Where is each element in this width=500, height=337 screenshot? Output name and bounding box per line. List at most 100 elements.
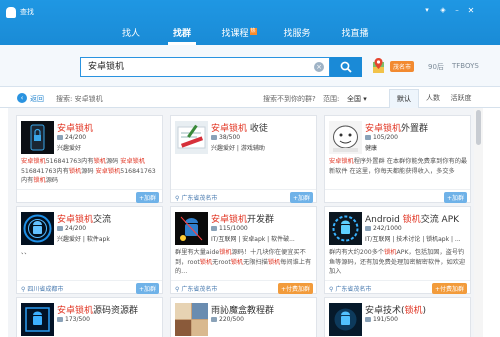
members-icon	[211, 226, 217, 231]
paid-join-button[interactable]: +付费加群	[277, 283, 313, 294]
hot-keyword-1[interactable]: 90后	[428, 62, 444, 72]
group-description: 群内有大约200多个锁机APK，包括加固，盗号钓鱼等源码，还有加免费处理加密解密…	[329, 248, 469, 276]
city-badge[interactable]: 茂名市	[390, 61, 415, 72]
join-group-button[interactable]: +加群	[443, 192, 467, 203]
find-window: 查找 ▾ ◈ – ✕ 找人 找群 找课程热 找服务 找直播 安卓锁机 × 茂名市…	[0, 0, 500, 337]
back-button[interactable]: 返回	[30, 94, 44, 104]
hot-keyword-2[interactable]: TFBOYS	[452, 62, 479, 70]
group-tags: 兴趣爱好 | 游戏辅助	[211, 145, 265, 152]
description-text: 516841763内有	[21, 167, 69, 175]
group-card[interactable]: 安卓锁机 收徒 38/500 兴趣爱好 | 游戏辅助 ⚲ 广东省茂名市 +加群	[170, 115, 317, 203]
card-footer: ⚲ 四川省成都市 +加群	[17, 280, 162, 294]
description-text: 516841763内有	[45, 158, 94, 165]
group-description: 、、	[21, 248, 161, 276]
join-group-button[interactable]: +加群	[135, 192, 159, 203]
tab-label: 找直播	[341, 29, 369, 39]
group-location: ⚲ 广东省茂名市	[329, 286, 372, 293]
members-icon	[57, 135, 63, 140]
android-blue-thumbnail	[21, 212, 54, 245]
lock-phone-thumbnail	[21, 121, 54, 154]
tab-find-courses[interactable]: 找课程热	[212, 28, 266, 45]
member-count: 242/1000	[365, 225, 402, 232]
group-name[interactable]: 安卓锁机开发群	[211, 212, 274, 225]
android-dark-thumbnail	[175, 212, 208, 245]
group-name[interactable]: 安卓锁机	[57, 121, 93, 134]
group-name[interactable]: 安卓锁机交流	[57, 212, 111, 225]
join-group-button[interactable]: +加群	[289, 192, 313, 203]
back-arrow-icon[interactable]: ‹	[17, 93, 27, 103]
group-card[interactable]: 雨訫魔盒教程群 220/500	[170, 297, 317, 337]
card-footer: ⚲ 广东省茂名市 +加群	[171, 189, 316, 203]
title-bar: 查找 ▾ ◈ – ✕ 找人 找群 找课程热 找服务 找直播	[0, 0, 500, 45]
tab-find-live[interactable]: 找直播	[333, 28, 377, 45]
highlighted-keyword: 锁机	[384, 249, 397, 256]
android-dark2-thumbnail	[329, 303, 362, 336]
highlighted-keyword: 锁机	[219, 249, 232, 256]
members-icon	[211, 135, 217, 140]
cartoon-face-thumbnail	[329, 121, 362, 154]
highlighted-keyword: 安卓锁机	[329, 158, 354, 165]
not-found-link[interactable]: 搜索不到你的群?	[263, 94, 316, 104]
range-dropdown[interactable]: 全国 ▾	[347, 94, 367, 104]
group-card[interactable]: Android 锁机交流 APK 242/1000 IT/互联网 | 技术讨论 …	[324, 206, 471, 294]
group-name[interactable]: 安卓锁机 收徒	[211, 121, 268, 134]
window-title: 查找	[20, 8, 34, 16]
description-text: 源码	[105, 158, 121, 165]
tab-find-services[interactable]: 找服务	[275, 28, 319, 45]
location-map-icon[interactable]	[372, 57, 385, 74]
members-icon	[57, 226, 63, 231]
join-group-button[interactable]: +加群	[135, 283, 159, 294]
group-name[interactable]: 安卓锁机外置群	[365, 121, 428, 134]
group-location: ⚲ 广东省茂名市	[175, 195, 218, 202]
search-icon	[340, 61, 352, 73]
scrollbar-thumb[interactable]	[476, 110, 481, 145]
description-text: 源码	[81, 167, 96, 175]
clear-icon[interactable]: ×	[314, 62, 324, 72]
tab-find-groups[interactable]: 找群	[163, 28, 201, 45]
search-button[interactable]	[330, 57, 362, 77]
paid-join-button[interactable]: +付费加群	[431, 283, 467, 294]
group-name[interactable]: 雨訫魔盒教程群	[211, 303, 274, 316]
sort-tab-activity[interactable]: 活跃度	[446, 89, 476, 108]
search-input[interactable]: 安卓锁机	[80, 57, 330, 77]
member-count: 220/500	[211, 316, 244, 323]
card-footer: +加群	[17, 189, 162, 203]
sort-tab-default[interactable]: 默认	[389, 89, 419, 108]
member-count: 24/200	[57, 134, 86, 141]
tab-label: 找课程	[221, 29, 249, 39]
card-footer: ⚲ 广东省茂名市 +付费加群	[171, 280, 316, 294]
card-footer: ⚲ 广东省茂名市 +付费加群	[325, 280, 470, 294]
android-frame-thumbnail	[21, 303, 54, 336]
group-name[interactable]: 安卓锁机源码资源群	[57, 303, 138, 316]
group-card[interactable]: 安卓技术(锁机) 191/500	[324, 297, 471, 337]
sort-tab-members[interactable]: 人数	[418, 89, 448, 108]
highlighted-keyword: 锁机	[93, 158, 106, 165]
group-description: 群里有大量aide锁机源码！十几块你在便宜买不到，root锁机无root锁机无限…	[175, 248, 315, 276]
skin-icon[interactable]: ◈	[438, 6, 448, 14]
description-text: 无限扫描	[243, 258, 268, 266]
members-icon	[57, 317, 63, 322]
card-footer: +加群	[325, 189, 470, 203]
member-count: 173/500	[57, 316, 90, 323]
group-card[interactable]: 安卓锁机外置群 105/200 健康 安卓锁机程序外置群 在本群你能免费拿到你有…	[324, 115, 471, 203]
members-icon	[365, 226, 371, 231]
group-name[interactable]: Android 锁机交流 APK	[365, 212, 459, 225]
pin-icon[interactable]: ▾	[422, 6, 432, 14]
group-name[interactable]: 安卓技术(锁机)	[365, 303, 426, 316]
mixed-photo-thumbnail	[175, 303, 208, 336]
highlighted-keyword: 锁机	[267, 258, 281, 266]
group-card[interactable]: 安卓锁机 24/200 兴趣爱好 安卓锁机516841763内有锁机源码 安卓锁…	[16, 115, 163, 203]
group-description: 安卓锁机516841763内有锁机源码 安卓锁机516841763内有锁机源码 …	[21, 157, 161, 185]
tab-find-people[interactable]: 找人	[112, 28, 150, 45]
group-location: ⚲ 广东省茂名市	[175, 286, 218, 293]
minimize-icon[interactable]: –	[452, 6, 462, 14]
group-tags: IT/互联网 | 技术讨论 | 锁机apk | ...	[365, 236, 461, 243]
group-card[interactable]: 安卓锁机开发群 115/1000 IT/互联网 | 安卓apk | 软件破...…	[170, 206, 317, 294]
highlighted-keyword: 安卓锁机	[120, 158, 146, 165]
member-count: 38/500	[211, 134, 240, 141]
hot-badge-icon: 热	[249, 28, 257, 35]
group-card[interactable]: 安卓锁机源码资源群 173/500	[16, 297, 163, 337]
members-icon	[365, 317, 371, 322]
close-icon[interactable]: ✕	[466, 6, 476, 15]
group-card[interactable]: 安卓锁机交流 24/200 兴趣爱好 | 软件apk 、、 ⚲ 四川省成都市 +…	[16, 206, 163, 294]
